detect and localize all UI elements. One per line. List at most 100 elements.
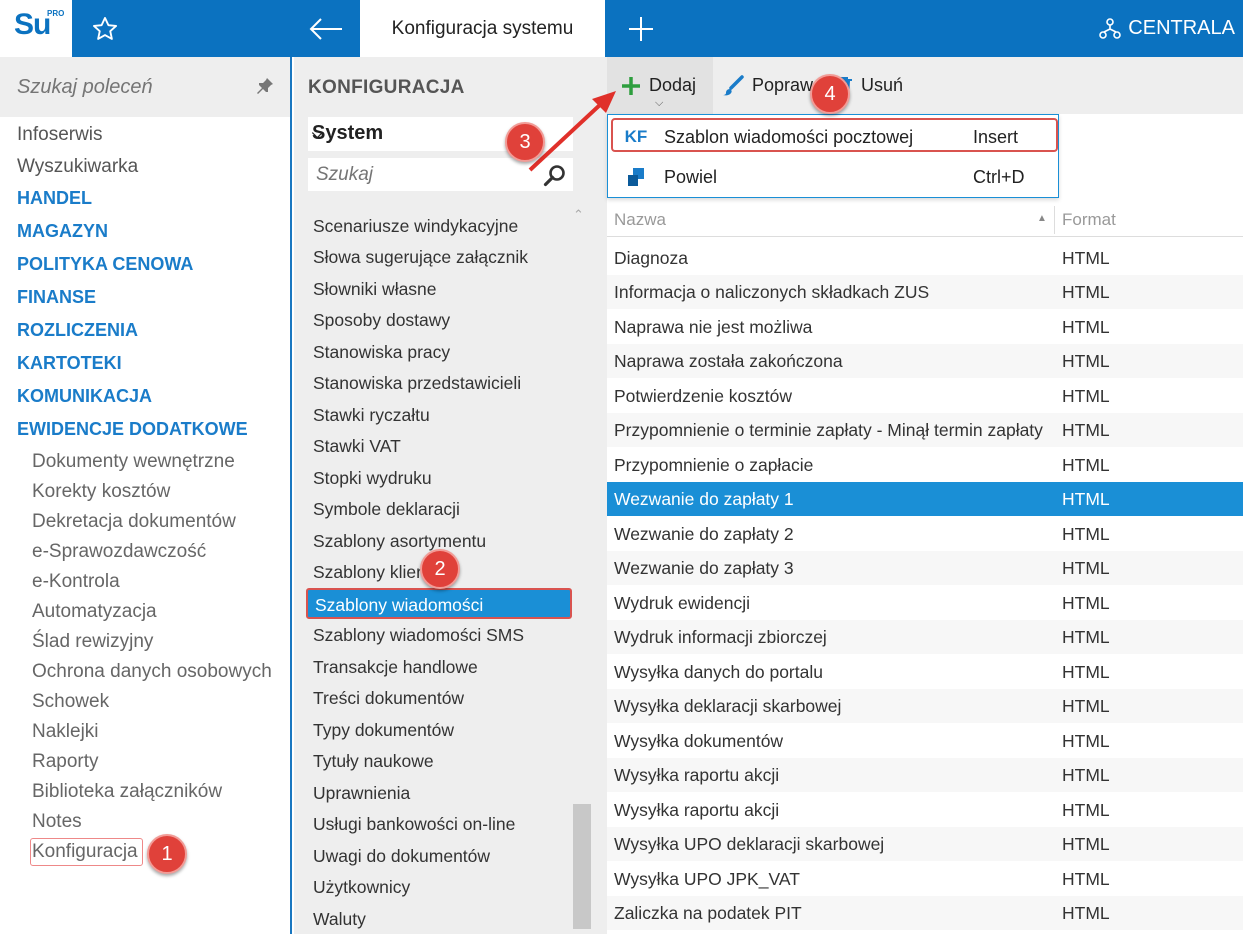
table-row[interactable]: Naprawa nie jest możliwa HTML	[607, 310, 1243, 344]
table-row[interactable]: Wysyłka raportu akcji HTML	[607, 793, 1243, 827]
pin-icon[interactable]	[256, 77, 274, 95]
nav-sub-item[interactable]: Korekty kosztów	[32, 481, 170, 503]
table-row[interactable]: Wysyłka deklaracji skarbowej HTML	[607, 689, 1243, 723]
list-item[interactable]: Stawki ryczałtu	[294, 400, 584, 431]
list-item[interactable]: Stawki VAT	[294, 431, 584, 462]
table-row[interactable]: Wysyłka UPO JPK_VAT HTML	[607, 862, 1243, 896]
table-row-selected[interactable]: Wezwanie do zapłaty 1 HTML	[607, 482, 1243, 516]
nav-sub-item[interactable]: Schowek	[32, 691, 109, 713]
table-row[interactable]: Przypomnienie o zapłacie HTML	[607, 448, 1243, 482]
nav-sub-item[interactable]: e-Sprawozdawczość	[32, 541, 206, 563]
column-separator[interactable]	[1054, 206, 1055, 234]
table-row[interactable]: Potwierdzenie kosztów HTML	[607, 379, 1243, 413]
cell-name: Diagnoza	[614, 248, 688, 268]
nav-section-magazyn[interactable]: MAGAZYN	[17, 221, 108, 242]
tab-konfiguracja-systemu[interactable]: Konfiguracja systemu	[360, 0, 605, 57]
list-item-selected[interactable]: Szablony wiadomości	[306, 588, 572, 619]
edit-button[interactable]: Popraw	[722, 57, 813, 114]
nav-sub-item[interactable]: e-Kontrola	[32, 571, 120, 593]
menu-item-label: Szablon wiadomości pocztowej	[664, 126, 914, 147]
list-item[interactable]: Usługi bankowości on-line	[294, 809, 584, 840]
nav-section-polityka-cenowa[interactable]: POLITYKA CENOWA	[17, 254, 193, 275]
nav-sub-item[interactable]: Raporty	[32, 751, 99, 773]
list-item[interactable]: Szablony wiadomości SMS	[294, 620, 584, 651]
nav-item-infoserwis[interactable]: Infoserwis	[17, 124, 103, 146]
cell-format: HTML	[1062, 351, 1110, 371]
table-row[interactable]: Informacja o naliczonych składkach ZUS HT…	[607, 275, 1243, 309]
cell-format: HTML	[1062, 386, 1110, 406]
list-item[interactable]: Scenariusze windykacyjne	[294, 211, 584, 242]
cell-format: HTML	[1062, 248, 1110, 268]
table-row[interactable]: Wysyłka UPO deklaracji skarbowej HTML	[607, 827, 1243, 861]
org-structure-icon	[1099, 17, 1122, 39]
list-item[interactable]: Użytkownicy	[294, 872, 584, 903]
nav-sub-item[interactable]: Notes	[32, 811, 82, 833]
menu-item-email-template[interactable]: KF Szablon wiadomości pocztowej Insert	[608, 117, 1058, 157]
table-row[interactable]: Wezwanie do zapłaty 2 HTML	[607, 517, 1243, 551]
list-item[interactable]: Waluty	[294, 904, 584, 934]
nav-sub-item[interactable]: Dekretacja dokumentów	[32, 511, 236, 533]
nav-section-handel[interactable]: HANDEL	[17, 188, 92, 209]
nav-sub-item[interactable]: Biblioteka załączników	[32, 781, 222, 803]
nav-item-wyszukiwarka[interactable]: Wyszukiwarka	[17, 156, 138, 178]
table-row[interactable]: Zaliczka na podatek PIT HTML	[607, 896, 1243, 930]
list-item[interactable]: Stanowiska przedstawicieli	[294, 368, 584, 399]
delete-button-label: Usuń	[861, 75, 904, 95]
column-header-name[interactable]: Nazwa	[614, 210, 666, 230]
command-search-input[interactable]	[17, 73, 247, 101]
nav-sub-item[interactable]: Dokumenty wewnętrzne	[32, 451, 235, 473]
list-item[interactable]: Uwagi do dokumentów	[294, 841, 584, 872]
app-logo[interactable]: Su PRO	[0, 0, 72, 57]
cell-format: HTML	[1062, 765, 1110, 785]
table-row[interactable]: Wezwanie do zapłaty 3 HTML	[607, 551, 1243, 585]
nav-section-rozliczenia[interactable]: ROZLICZENIA	[17, 320, 138, 341]
table-row[interactable]: Wysyłka raportu akcji HTML	[607, 758, 1243, 792]
table-row[interactable]: Diagnoza HTML	[607, 241, 1243, 275]
list-item[interactable]: Transakcje handlowe	[294, 652, 584, 683]
company-selector[interactable]: CENTRALA	[1098, 0, 1235, 57]
list-item[interactable]: Słowa sugerujące załącznik	[294, 242, 584, 273]
logo-sup: PRO	[47, 9, 65, 18]
nav-section-ewidencje-dodatkowe[interactable]: EWIDENCJE DODATKOWE	[17, 419, 248, 440]
list-item[interactable]: Uprawnienia	[294, 778, 584, 809]
nav-sub-item[interactable]: Automatyzacja	[32, 601, 157, 623]
nav-section-komunikacja[interactable]: KOMUNIKACJA	[17, 386, 152, 407]
cell-name: Naprawa nie jest możliwa	[614, 317, 813, 337]
list-item[interactable]: Symbole deklaracji	[294, 494, 584, 525]
star-icon	[92, 16, 118, 40]
scrollbar-thumb[interactable]	[573, 804, 591, 929]
list-item[interactable]: Typy dokumentów	[294, 715, 584, 746]
table-row[interactable]: Wydruk informacji zbiorczej HTML	[607, 620, 1243, 654]
nav-sub-item[interactable]: Naklejki	[32, 721, 99, 743]
new-tab-button[interactable]	[605, 0, 677, 57]
cell-name: Wysyłka raportu akcji	[614, 765, 780, 785]
nav-section-kartoteki[interactable]: KARTOTEKI	[17, 353, 122, 374]
add-dropdown-menu: KF Szablon wiadomości pocztowej Insert P…	[607, 114, 1059, 198]
top-bar: Su PRO Konfiguracja systemu CENTRALA	[0, 0, 1243, 57]
nav-section-finanse[interactable]: FINANSE	[17, 287, 96, 308]
table-row[interactable]: Naprawa została zakończona HTML	[607, 344, 1243, 378]
favorites-button[interactable]	[72, 0, 138, 57]
list-item[interactable]: Tytuły naukowe	[294, 746, 584, 777]
list-item[interactable]: Słowniki własne	[294, 274, 584, 305]
table-row[interactable]: Wysyłka danych do portalu HTML	[607, 655, 1243, 689]
cell-format: HTML	[1062, 317, 1110, 337]
list-item[interactable]: Treści dokumentów	[294, 683, 584, 714]
table-row[interactable]: Wysyłka dokumentów HTML	[607, 724, 1243, 758]
command-search	[0, 57, 290, 117]
list-item[interactable]: Stopki wydruku	[294, 463, 584, 494]
nav-sub-item-konfiguracja[interactable]: Konfiguracja	[32, 841, 138, 863]
table-row[interactable]: Wydruk ewidencji HTML	[607, 586, 1243, 620]
back-button[interactable]	[292, 0, 360, 57]
menu-item-duplicate[interactable]: Powiel Ctrl+D	[608, 157, 1058, 197]
config-search-input[interactable]	[316, 164, 536, 186]
table-row[interactable]: Przypomnienie o terminie zapłaty - Minął…	[607, 413, 1243, 447]
list-item[interactable]: Sposoby dostawy	[294, 305, 584, 336]
column-header-format[interactable]: Format	[1062, 210, 1116, 230]
cell-format: HTML	[1062, 420, 1110, 440]
list-item[interactable]: Stanowiska pracy	[294, 337, 584, 368]
cell-name: Potwierdzenie kosztów	[614, 386, 792, 406]
cell-name: Naprawa została zakończona	[614, 351, 843, 371]
nav-sub-item[interactable]: Ślad rewizyjny	[32, 631, 153, 653]
nav-sub-item[interactable]: Ochrona danych osobowych	[32, 661, 272, 683]
